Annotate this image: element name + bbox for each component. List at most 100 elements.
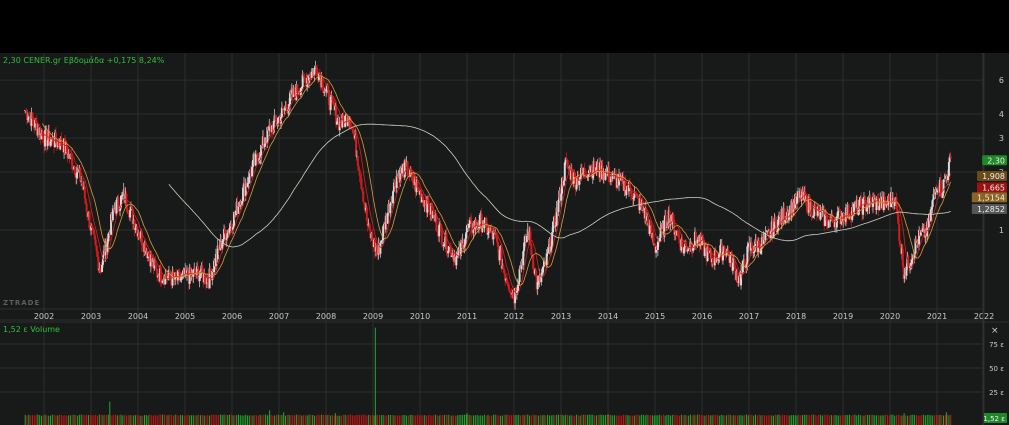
volume-bar <box>802 415 804 425</box>
volume-bar <box>883 415 885 425</box>
volume-bar <box>409 414 411 425</box>
volume-bar <box>183 415 185 425</box>
volume-bar <box>256 415 258 425</box>
volume-bar <box>131 415 133 425</box>
volume-bar <box>662 414 664 425</box>
volume-bar <box>726 415 728 425</box>
volume-bar <box>191 415 193 425</box>
volume-bar <box>821 415 823 425</box>
volume-bar <box>413 415 415 425</box>
volume-bar <box>147 415 149 425</box>
volume-bar <box>619 415 621 425</box>
volume-bar <box>706 414 708 425</box>
volume-bar <box>391 415 393 425</box>
volume-bar <box>194 415 196 425</box>
volume-bar <box>261 415 263 425</box>
volume-bar <box>303 415 305 425</box>
volume-bar <box>941 414 943 425</box>
volume-bar <box>899 415 901 425</box>
volume-bar <box>225 414 227 425</box>
volume-bar <box>612 415 614 425</box>
volume-bar <box>324 414 326 425</box>
volume-bar <box>87 415 89 425</box>
volume-bar <box>729 414 731 425</box>
volume-bar <box>651 415 653 425</box>
volume-bar <box>158 414 160 425</box>
volume-bar <box>337 415 339 425</box>
volume-bar <box>306 415 308 425</box>
volume-bar <box>482 415 484 425</box>
volume-bar <box>912 414 914 425</box>
volume-bar <box>858 414 860 425</box>
volume-bar <box>395 415 397 425</box>
volume-bar <box>406 415 408 425</box>
volume-bar <box>870 414 872 425</box>
volume-bar <box>787 415 789 425</box>
candle-body <box>827 220 830 228</box>
candle-body <box>949 156 952 159</box>
volume-bar <box>125 415 127 425</box>
volume-bar <box>483 414 485 425</box>
volume-bar <box>436 415 438 425</box>
volume-bar <box>872 414 874 425</box>
volume-bar <box>501 415 503 425</box>
volume-bar <box>424 415 426 425</box>
volume-bar <box>762 414 764 425</box>
volume-bar <box>626 415 628 425</box>
candle-body <box>392 191 395 204</box>
volume-bar <box>780 415 782 425</box>
volume-bar <box>292 414 294 425</box>
volume-bar <box>825 414 827 425</box>
volume-bar <box>384 415 386 425</box>
volume-bar <box>561 414 563 425</box>
volume-bar <box>552 415 554 425</box>
volume-bar <box>104 414 106 425</box>
volume-bar <box>200 415 202 425</box>
volume-bar <box>169 414 171 425</box>
volume-bar <box>136 414 138 425</box>
volume-bar <box>330 415 332 425</box>
volume-bar <box>344 414 346 425</box>
volume-bar <box>843 414 845 425</box>
volume-bar <box>717 414 719 425</box>
volume-bar <box>897 414 899 425</box>
volume-bar <box>740 415 742 425</box>
volume-bar <box>71 414 73 425</box>
volume-bar <box>156 415 158 425</box>
volume-bar <box>266 415 268 425</box>
volume-bar <box>342 414 344 425</box>
volume-bar <box>789 415 791 425</box>
volume-bar <box>474 415 476 425</box>
volume-bar <box>216 414 218 425</box>
volume-bar <box>577 415 579 425</box>
volume-bar <box>427 415 429 425</box>
volume-bar <box>744 415 746 425</box>
candle-body <box>172 271 175 277</box>
volume-bar <box>572 415 574 425</box>
volume-bar <box>773 415 775 425</box>
volume-bar <box>163 414 165 425</box>
volume-bar <box>315 415 317 425</box>
candle-body <box>741 260 744 273</box>
volume-bar <box>608 414 610 425</box>
candle-body <box>310 72 313 79</box>
volume-bar <box>416 414 418 425</box>
volume-bar <box>845 414 847 425</box>
volume-bar <box>442 415 444 425</box>
volume-bar <box>644 415 646 425</box>
volume-bar <box>659 414 661 425</box>
volume-bar <box>176 414 178 425</box>
volume-bar <box>97 415 99 425</box>
volume-bar <box>731 415 733 425</box>
volume-bar <box>680 414 682 425</box>
volume-bar <box>66 415 68 425</box>
volume-bar <box>115 414 117 425</box>
volume-bar <box>77 415 79 425</box>
volume-bar <box>355 414 357 425</box>
volume-bar <box>568 415 570 425</box>
close-volume-panel-button[interactable]: × <box>991 326 999 336</box>
volume-bar <box>171 414 173 425</box>
volume-legend: 1,52 ε Volume <box>3 325 60 334</box>
volume-bar <box>95 414 97 425</box>
volume-bar <box>945 412 947 425</box>
